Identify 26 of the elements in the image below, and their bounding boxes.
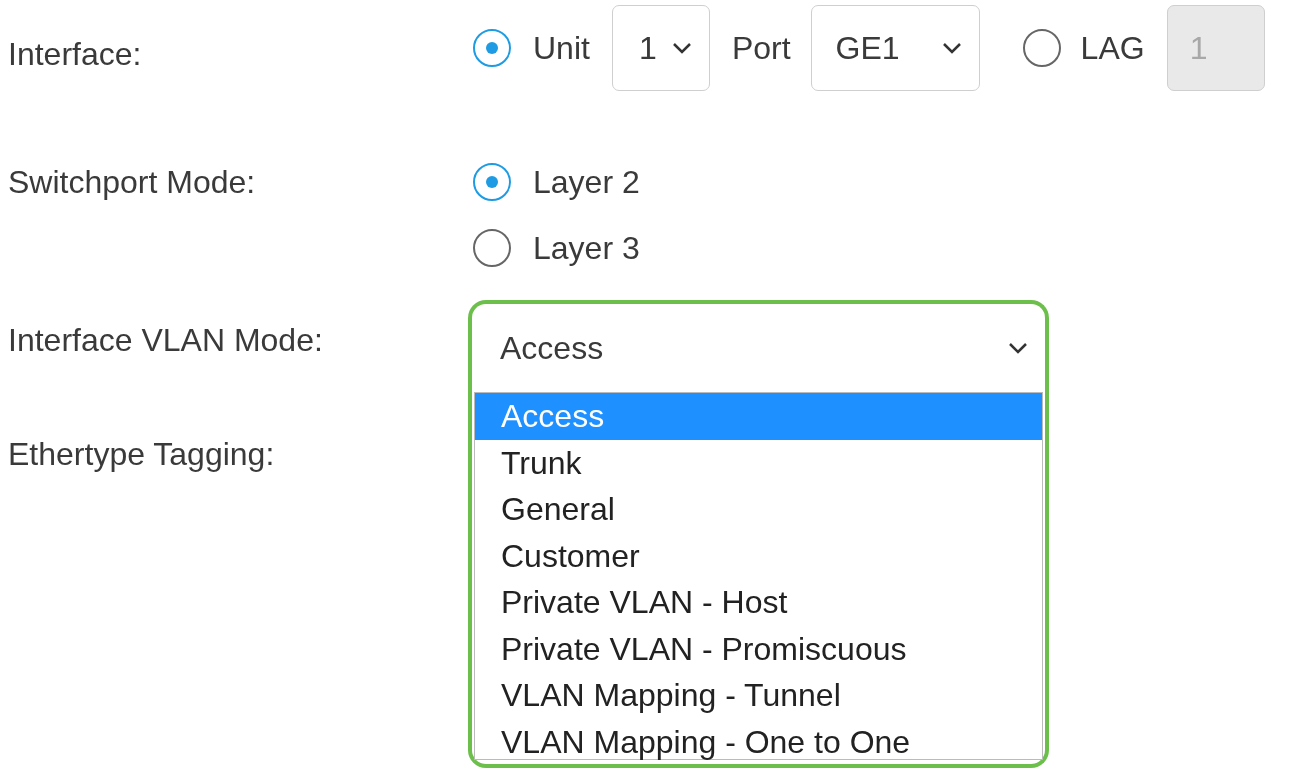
radio-label: LAG	[1080, 29, 1145, 68]
field-label: Port	[731, 29, 791, 68]
chevron-down-icon	[940, 41, 963, 55]
field-label: Ethertype Tagging:	[8, 435, 275, 474]
field-label: Interface:	[8, 35, 142, 74]
radio-label: Layer 2	[533, 163, 640, 202]
unit-select[interactable]: 1	[611, 5, 710, 91]
dropdown-option[interactable]: Private VLAN - Host	[475, 579, 1042, 626]
field-label: Interface VLAN Mode:	[8, 321, 323, 360]
dropdown-option[interactable]: Private VLAN - Promiscuous	[475, 625, 1042, 672]
dropdown-option[interactable]: Customer	[475, 532, 1042, 579]
dropdown-option[interactable]: VLAN Mapping - One to One	[475, 718, 1042, 765]
chevron-down-icon	[1007, 341, 1029, 355]
dropdown-option[interactable]: General	[475, 486, 1042, 533]
radio-button[interactable]	[1022, 29, 1061, 67]
dropdown-option[interactable]: VLAN Mapping - Tunnel	[475, 672, 1042, 719]
radio-label: Layer 3	[533, 229, 640, 268]
radio-button[interactable]	[473, 163, 511, 201]
field-label: Switchport Mode:	[8, 163, 256, 202]
vlan-mode-select[interactable]: Access	[468, 300, 1049, 392]
port-select[interactable]: GE1	[810, 5, 980, 91]
chevron-down-icon	[670, 41, 693, 55]
dropdown-option[interactable]: Trunk	[475, 439, 1042, 486]
radio-button[interactable]	[473, 29, 511, 67]
radio-label: Unit	[533, 29, 590, 68]
radio-button[interactable]	[473, 229, 511, 267]
